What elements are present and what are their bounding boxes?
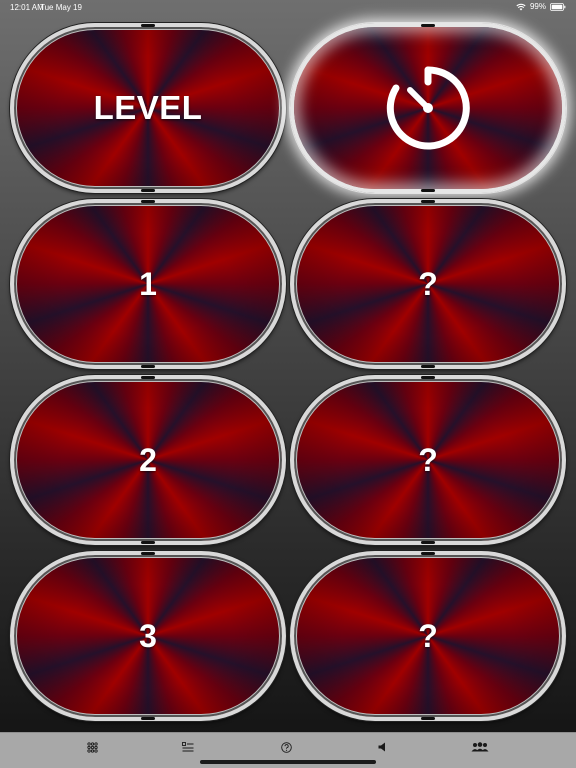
level-header-button[interactable]: LEVEL — [10, 23, 286, 193]
timer-button[interactable] — [290, 23, 566, 193]
status-bar: 12:01 AM Tue May 19 99% — [0, 0, 576, 14]
level-label: 1 — [139, 265, 157, 302]
help-icon — [280, 741, 292, 753]
status-indicators: 99% — [516, 2, 566, 11]
level-button-2[interactable]: 2 — [10, 375, 286, 545]
tab-sound[interactable] — [370, 739, 394, 755]
level-button-locked[interactable]: ? — [290, 199, 566, 369]
level-button-locked[interactable]: ? — [290, 375, 566, 545]
status-time: 12:01 AM — [10, 3, 44, 12]
stopwatch-icon — [382, 62, 474, 154]
level-label: ? — [418, 441, 438, 478]
list-icon — [182, 742, 194, 752]
level-button-locked[interactable]: ? — [290, 551, 566, 721]
level-header-label: LEVEL — [93, 89, 203, 126]
speaker-icon — [378, 742, 386, 752]
status-date: Tue May 19 — [40, 3, 82, 12]
battery-percent: 99% — [529, 2, 546, 11]
level-label: 3 — [139, 617, 157, 654]
tab-bar — [0, 732, 576, 768]
home-indicator[interactable] — [200, 760, 376, 764]
level-button-3[interactable]: 3 — [10, 551, 286, 721]
level-label: ? — [418, 617, 438, 654]
level-label: 2 — [139, 441, 157, 478]
level-button-1[interactable]: 1 — [10, 199, 286, 369]
battery-icon — [550, 2, 566, 11]
tab-help[interactable] — [274, 739, 298, 755]
wifi-icon — [516, 3, 526, 11]
tab-grid[interactable] — [80, 739, 104, 755]
grid-icon — [86, 741, 98, 753]
level-label: ? — [418, 265, 438, 302]
people-icon — [471, 742, 489, 752]
tab-players[interactable] — [468, 739, 492, 755]
tab-list[interactable] — [176, 739, 200, 755]
